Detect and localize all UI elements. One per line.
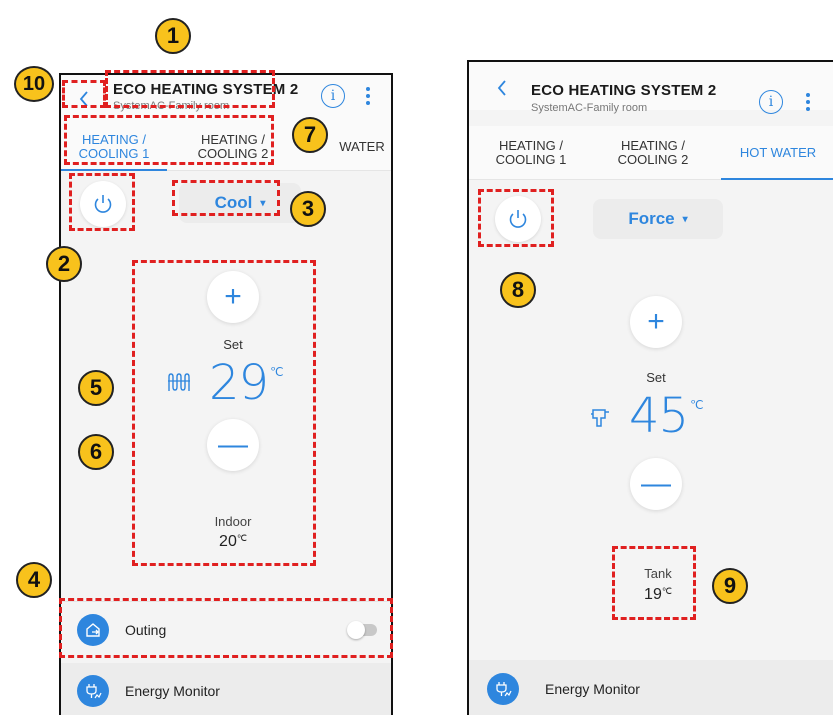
outing-label: Outing <box>125 621 167 638</box>
decrease-temperature-button[interactable]: — <box>207 419 259 471</box>
temperature-unit: ℃ <box>690 398 704 412</box>
energy-monitor-label: Energy Monitor <box>125 683 220 699</box>
callout-badge: 7 <box>292 117 328 153</box>
mode-label: Force <box>628 209 675 228</box>
chevron-left-icon <box>497 80 506 96</box>
page-title: ECO HEATING SYSTEM 2 <box>113 81 299 98</box>
tab-hot-water[interactable]: HOT WATER <box>721 126 833 180</box>
more-options-icon[interactable] <box>363 84 373 108</box>
set-temperature: 45 ℃ <box>629 390 704 442</box>
energy-monitor-label: Energy Monitor <box>545 680 640 697</box>
chevron-down-icon: ▾ <box>260 197 266 209</box>
heater-icon <box>167 373 191 398</box>
back-button[interactable] <box>489 72 515 104</box>
power-icon <box>94 195 112 213</box>
callout-badge: 4 <box>16 562 52 598</box>
tank-temperature-value: 19 <box>644 586 662 603</box>
decrease-temperature-button[interactable]: — <box>630 458 682 510</box>
phone-screen-hot-water: ECO HEATING SYSTEM 2 SystemAC-Family roo… <box>467 60 833 715</box>
set-temperature: 29 ℃ <box>209 357 284 409</box>
tank-temperature: 19℃ <box>618 586 698 604</box>
callout-badge: 8 <box>500 272 536 308</box>
chevron-left-icon <box>79 91 88 107</box>
indoor-temperature-unit: ℃ <box>236 533 247 543</box>
info-icon[interactable]: i <box>321 84 345 108</box>
power-button[interactable] <box>80 181 126 227</box>
tab-bar: HEATING / COOLING 1 HEATING / COOLING 2 … <box>469 126 833 180</box>
page-title: ECO HEATING SYSTEM 2 <box>531 82 717 99</box>
info-icon[interactable]: i <box>759 90 783 114</box>
callout-badge: 3 <box>290 191 326 227</box>
mode-dropdown[interactable]: Force ▾ <box>593 199 723 239</box>
outing-row[interactable]: Outing <box>61 601 391 657</box>
set-label: Set <box>646 370 666 385</box>
power-button[interactable] <box>495 196 541 242</box>
app-header: ECO HEATING SYSTEM 2 SystemAC-Family roo… <box>61 75 391 123</box>
callout-badge: 1 <box>155 18 191 54</box>
chevron-down-icon: ▾ <box>682 213 688 225</box>
tank-label: Tank <box>644 566 672 581</box>
page-subtitle: SystemAC-Family room <box>531 102 648 114</box>
page-subtitle: SystemAC-Family room <box>113 100 230 112</box>
house-exit-icon <box>77 613 109 646</box>
outing-toggle[interactable] <box>347 621 377 639</box>
energy-monitor-row[interactable]: Energy Monitor <box>469 660 833 715</box>
tab-heating-cooling-1[interactable]: HEATING / COOLING 1 <box>483 126 579 179</box>
increase-temperature-button[interactable]: + <box>630 296 682 348</box>
callout-badge: 5 <box>78 370 114 406</box>
callout-badge: 9 <box>712 568 748 604</box>
water-tap-icon <box>589 406 611 435</box>
indoor-temperature-value: 20 <box>219 533 237 550</box>
set-temperature-value: 45 <box>629 388 689 444</box>
power-icon <box>509 210 527 228</box>
more-options-icon[interactable] <box>803 90 813 114</box>
temperature-unit: ℃ <box>270 365 284 379</box>
callout-badge: 10 <box>14 66 54 102</box>
app-header: ECO HEATING SYSTEM 2 SystemAC-Family roo… <box>469 62 833 114</box>
tab-heating-cooling-2[interactable]: HEATING / COOLING 2 <box>179 123 287 170</box>
mode-label: Cool <box>214 193 253 212</box>
energy-monitor-row[interactable]: Energy Monitor <box>61 663 391 715</box>
set-label: Set <box>223 337 243 352</box>
tank-temperature-unit: ℃ <box>661 586 672 596</box>
tab-heating-cooling-1[interactable]: HEATING / COOLING 1 <box>61 123 167 171</box>
back-button[interactable] <box>71 83 97 115</box>
mode-dropdown[interactable]: Cool ▾ <box>179 183 301 223</box>
plug-chart-icon <box>487 672 519 705</box>
increase-temperature-button[interactable]: + <box>207 271 259 323</box>
tab-bar: HEATING / COOLING 1 HEATING / COOLING 2 … <box>61 123 391 171</box>
tab-heating-cooling-2[interactable]: HEATING / COOLING 2 <box>599 126 707 179</box>
tab-hot-water[interactable]: WATER <box>329 123 391 170</box>
indoor-temperature: 20℃ <box>193 533 273 551</box>
callout-badge: 2 <box>46 246 82 282</box>
callout-badge: 6 <box>78 434 114 470</box>
plug-chart-icon <box>77 675 109 707</box>
set-temperature-value: 29 <box>209 355 269 411</box>
indoor-label: Indoor <box>214 514 252 529</box>
